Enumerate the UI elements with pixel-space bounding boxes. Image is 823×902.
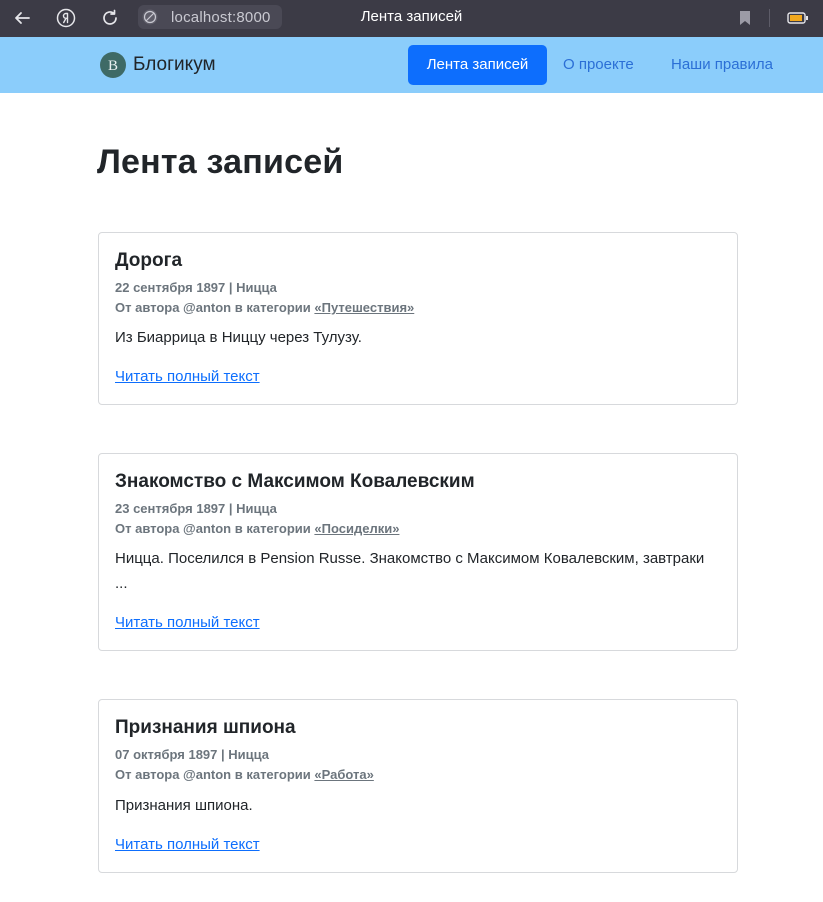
read-more-link[interactable]: Читать полный текст — [115, 614, 260, 631]
post-title: Дорога — [115, 250, 183, 271]
post-text: Признания шпиона. — [115, 797, 253, 814]
post-text: Из Биаррица в Ниццу через Тулузу. — [115, 329, 362, 346]
post-author-text: От автора @anton в категории — [115, 521, 311, 536]
post-author-text: От автора @anton в категории — [115, 300, 311, 315]
nav-about-link[interactable]: О проекте — [563, 45, 634, 85]
post-category-link[interactable]: «Путешествия» — [314, 300, 414, 315]
page-title: Лента записей — [97, 143, 344, 181]
battery-icon — [786, 6, 810, 30]
post-author-text: От автора @anton в категории — [115, 767, 311, 782]
reload-icon[interactable] — [98, 6, 122, 30]
read-more-link[interactable]: Читать полный текст — [115, 368, 260, 385]
post-author-line: От автора @anton в категории «Посиделки» — [115, 521, 399, 536]
site-globe-icon — [139, 6, 161, 28]
post-card: Знакомство с Максимом Ковалевским 23 сен… — [98, 453, 738, 651]
svg-text:В: В — [108, 58, 118, 74]
post-date-location: 23 сентября 1897 | Ницца — [115, 501, 277, 516]
read-more-link[interactable]: Читать полный текст — [115, 836, 260, 853]
back-arrow-icon[interactable] — [10, 6, 34, 30]
url-text: localhost:8000 — [171, 8, 271, 26]
post-card: Дорога 22 сентября 1897 | Ницца От автор… — [98, 232, 738, 405]
post-category-link[interactable]: «Посиделки» — [314, 521, 399, 536]
browser-toolbar: localhost:8000 Лента записей — [0, 0, 823, 37]
address-bar[interactable]: localhost:8000 — [138, 5, 282, 29]
brand-link[interactable]: В Блогикум — [100, 52, 216, 78]
bookmark-icon[interactable] — [733, 6, 757, 30]
tab-title: Лента записей — [360, 8, 463, 25]
yandex-icon[interactable] — [54, 6, 78, 30]
post-text: Ницца. Поселился в Pension Russe. Знаком… — [115, 550, 705, 592]
nav-feed-link[interactable]: Лента записей — [408, 45, 547, 85]
post-title: Знакомство с Максимом Ковалевским — [115, 471, 475, 492]
post-author-line: От автора @anton в категории «Работа» — [115, 767, 374, 782]
toolbar-divider — [769, 9, 770, 27]
post-title: Признания шпиона — [115, 717, 296, 738]
post-date-location: 07 октября 1897 | Ницца — [115, 747, 270, 762]
post-author-line: От автора @anton в категории «Путешестви… — [115, 300, 414, 315]
post-date-location: 22 сентября 1897 | Ницца — [115, 280, 277, 295]
site-header: В Блогикум Лента записей О проекте Наши … — [0, 37, 823, 93]
post-category-link[interactable]: «Работа» — [314, 767, 373, 782]
post-card: Признания шпиона 07 октября 1897 | Ницца… — [98, 699, 738, 873]
nav-rules-link[interactable]: Наши правила — [671, 45, 773, 85]
brand-name: Блогикум — [133, 54, 216, 75]
brand-logo-icon: В — [100, 52, 126, 78]
